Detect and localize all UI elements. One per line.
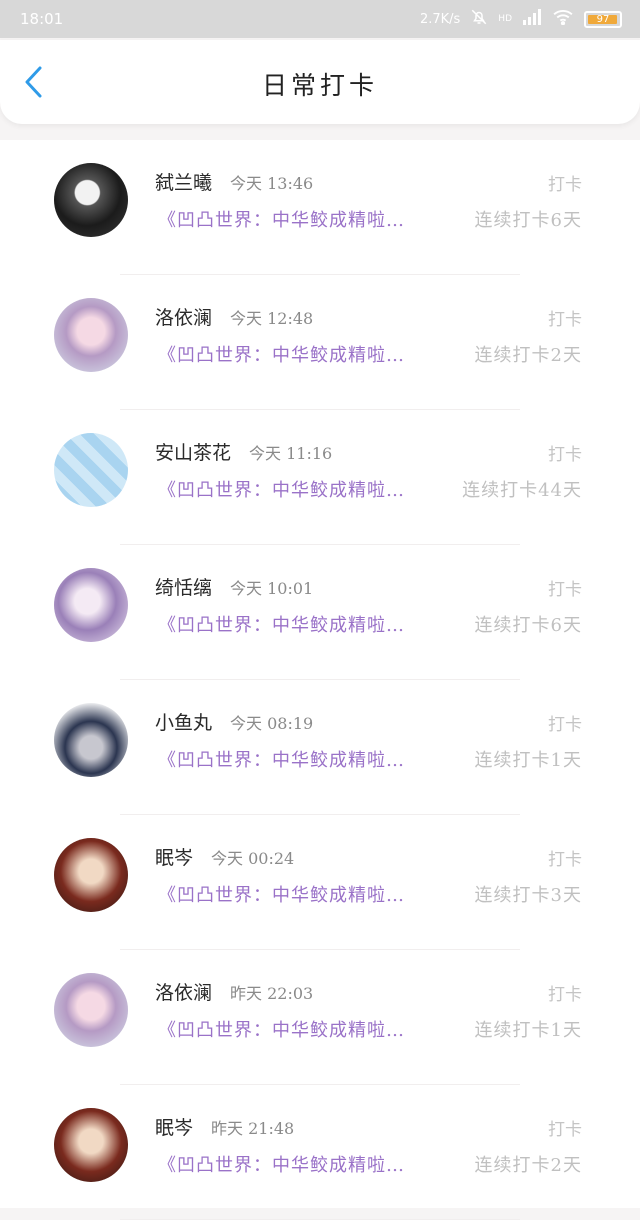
streak-count: 连续打卡6天 [474,210,582,231]
avatar[interactable] [54,433,128,507]
checkin-tag: 打卡 [548,1120,582,1140]
list-item[interactable]: 洛依澜 昨天 22:03 打卡《凹凸世界：中华鲛成精啦… 连续打卡1天 [0,950,640,1085]
avatar[interactable] [54,973,128,1047]
list-item[interactable]: 眠岑 今天 00:24 打卡《凹凸世界：中华鲛成精啦… 连续打卡3天 [0,815,640,950]
list-item[interactable]: 眠岑 昨天 21:48 打卡《凹凸世界：中华鲛成精啦… 连续打卡2天 [0,1085,640,1220]
header: 日常打卡 [0,40,640,124]
streak-count: 连续打卡44天 [462,480,582,501]
user-name[interactable]: 眠岑 [155,1113,193,1140]
status-bar: 18:01 2.7K/s HD 97 [0,0,640,38]
post-link[interactable]: 《凹凸世界：中华鲛成精啦… [158,1151,405,1177]
post-link[interactable]: 《凹凸世界：中华鲛成精啦… [158,1016,405,1042]
checkin-time: 昨天 21:48 [211,1119,295,1138]
status-time: 18:01 [20,10,64,28]
list-item[interactable]: 安山茶花 今天 11:16 打卡《凹凸世界：中华鲛成精啦… 连续打卡44天 [0,410,640,545]
avatar[interactable] [54,568,128,642]
post-link[interactable]: 《凹凸世界：中华鲛成精啦… [158,341,405,367]
streak-count: 连续打卡2天 [474,1155,582,1176]
post-link[interactable]: 《凹凸世界：中华鲛成精啦… [158,746,405,772]
checkin-tag: 打卡 [548,850,582,870]
user-name[interactable]: 小鱼丸 [155,708,212,735]
list-item[interactable]: 绮恬缡 今天 10:01 打卡《凹凸世界：中华鲛成精啦… 连续打卡6天 [0,545,640,680]
checkin-tag: 打卡 [548,580,582,600]
avatar[interactable] [54,838,128,912]
checkin-time: 今天 08:19 [230,714,314,733]
checkin-time: 今天 13:46 [230,174,314,193]
user-name[interactable]: 眠岑 [155,843,193,870]
post-link[interactable]: 《凹凸世界：中华鲛成精啦… [158,611,405,637]
streak-count: 连续打卡3天 [474,885,582,906]
avatar[interactable] [54,703,128,777]
checkin-time: 今天 10:01 [230,579,314,598]
checkin-tag: 打卡 [548,715,582,735]
avatar[interactable] [54,163,128,237]
checkin-tag: 打卡 [548,310,582,330]
streak-count: 连续打卡1天 [474,1020,582,1041]
net-speed: 2.7K/s [419,11,461,27]
battery-icon: 97 [584,10,622,28]
status-icons: 2.7K/s HD 97 [420,8,622,30]
streak-count: 连续打卡1天 [474,750,582,771]
user-name[interactable]: 洛依澜 [155,978,212,1005]
streak-count: 连续打卡2天 [474,345,582,366]
checkin-tag: 打卡 [548,175,582,195]
page-title: 日常打卡 [261,71,378,100]
post-link[interactable]: 《凹凸世界：中华鲛成精啦… [158,881,405,907]
streak-count: 连续打卡6天 [474,615,582,636]
avatar[interactable] [54,298,128,372]
checkin-time: 今天 11:16 [249,444,333,463]
checkin-tag: 打卡 [548,445,582,465]
user-name[interactable]: 洛依澜 [155,303,212,330]
checkin-time: 今天 12:48 [230,309,314,328]
list-item[interactable]: 弑兰曦 今天 13:46 打卡《凹凸世界：中华鲛成精啦… 连续打卡6天 [0,140,640,275]
post-link[interactable]: 《凹凸世界：中华鲛成精啦… [158,476,405,502]
checkin-time: 今天 00:24 [211,849,295,868]
signal-icon [522,9,542,29]
network-type: HD [498,14,512,24]
checkin-time: 昨天 22:03 [230,984,314,1003]
avatar[interactable] [54,1108,128,1182]
post-link[interactable]: 《凹凸世界：中华鲛成精啦… [158,206,405,232]
list-item[interactable]: 洛依澜 今天 12:48 打卡《凹凸世界：中华鲛成精啦… 连续打卡2天 [0,275,640,410]
checkin-list: 弑兰曦 今天 13:46 打卡 《凹凸世界：中华鲛成精啦… 连续打卡6天 洛依澜 今天 12… [0,140,640,1220]
user-name[interactable]: 绮恬缡 [155,573,212,600]
checkin-tag: 打卡 [548,985,582,1005]
list-item[interactable]: 小鱼丸 今天 08:19 打卡《凹凸世界：中华鲛成精啦… 连续打卡1天 [0,680,640,815]
user-name[interactable]: 弑兰曦 [155,168,212,195]
wifi-icon [552,9,574,29]
battery-percent: 97 [596,13,610,25]
user-name[interactable]: 安山茶花 [155,438,231,465]
bell-off-icon [470,8,488,30]
